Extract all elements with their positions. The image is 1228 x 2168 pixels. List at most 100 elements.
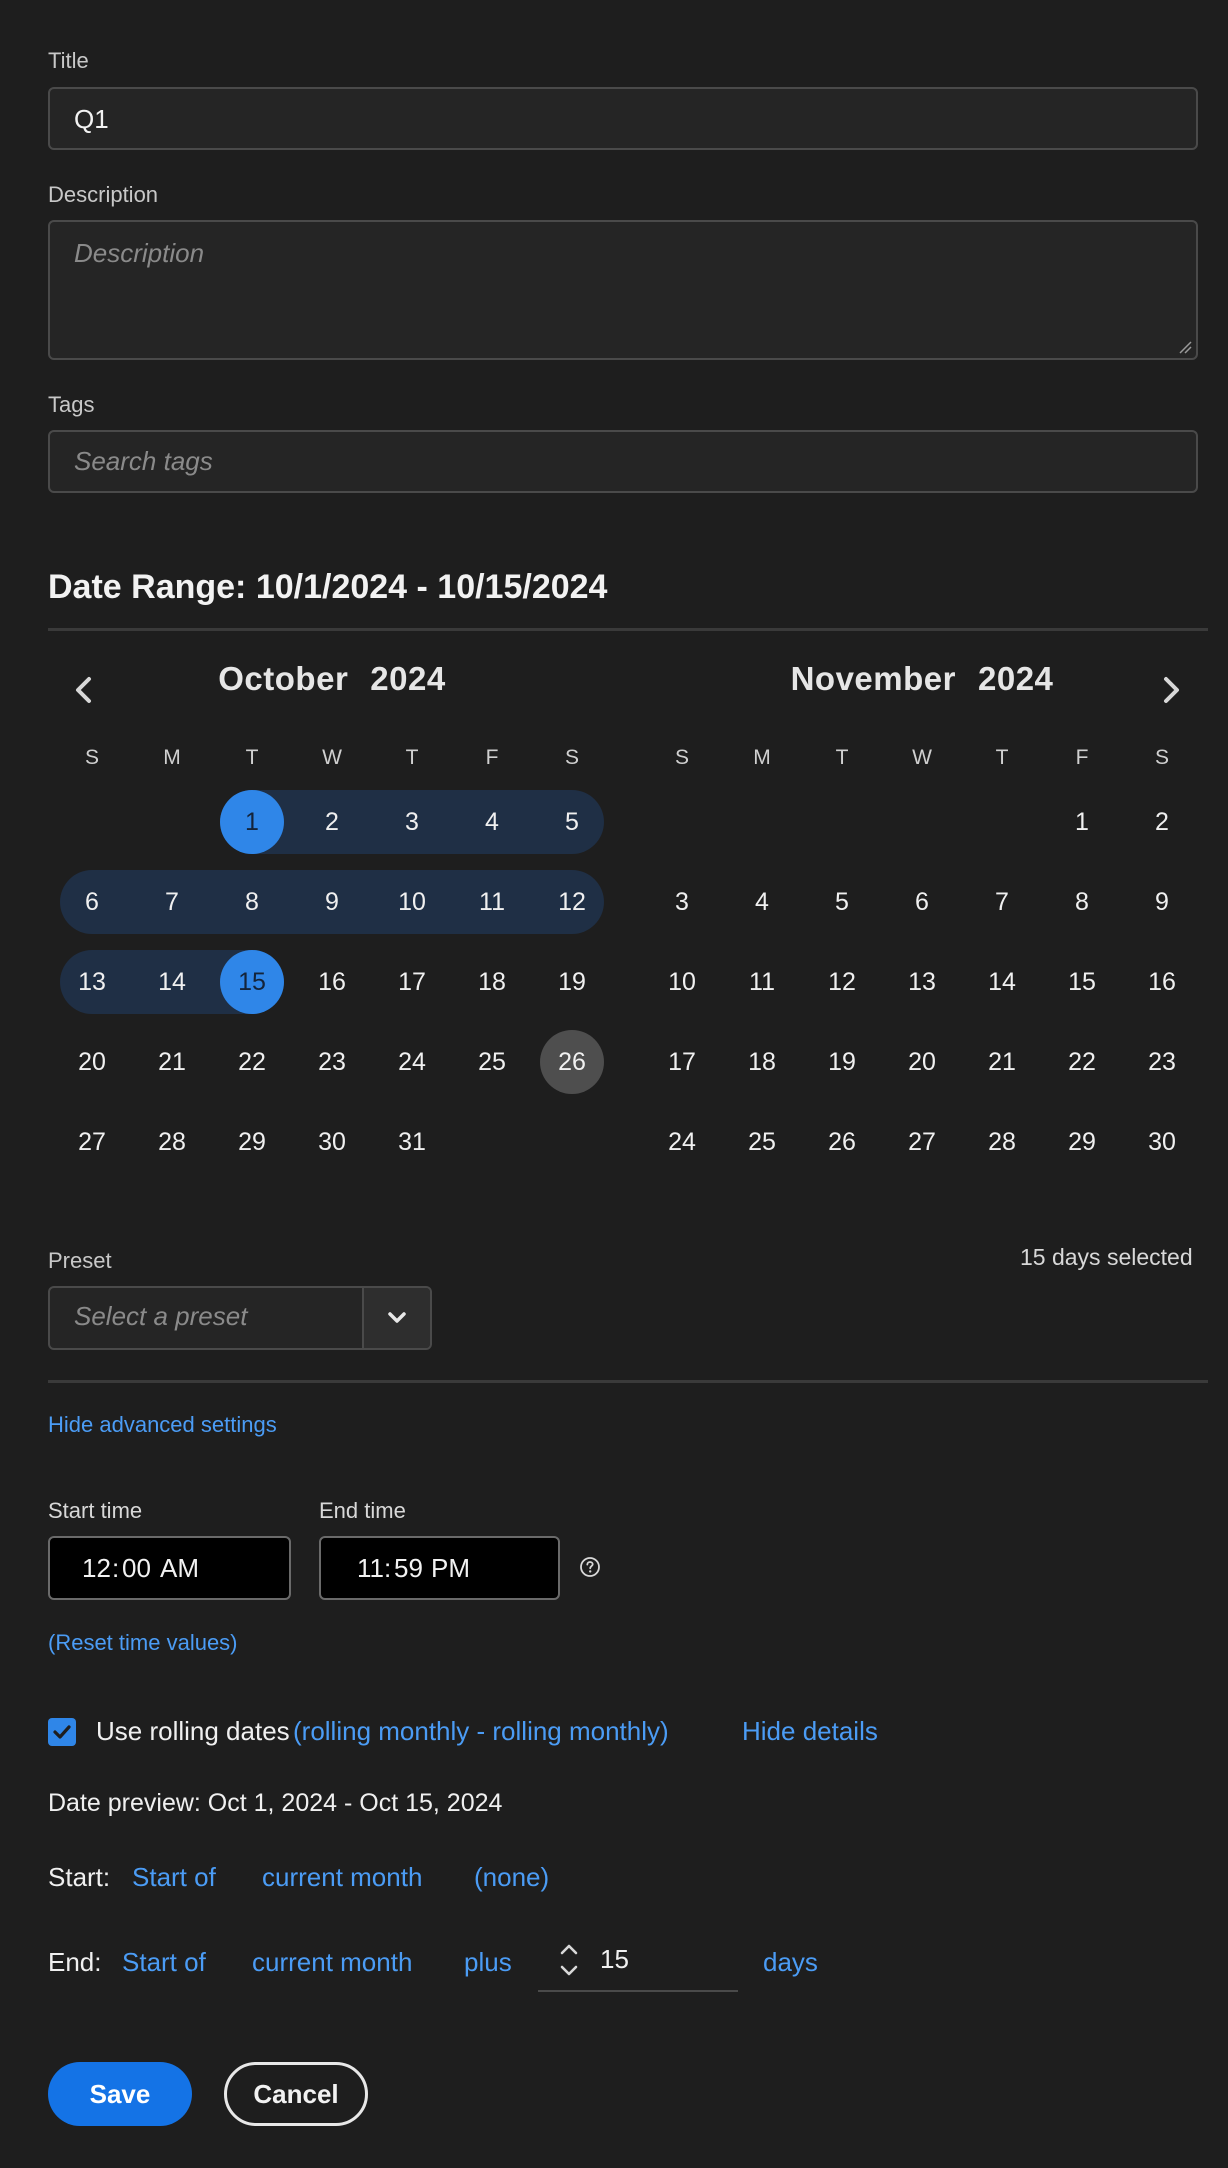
calendar-day[interactable]: 15 xyxy=(1042,950,1122,1014)
calendar-day[interactable]: 6 xyxy=(882,870,962,934)
end-anchor-link[interactable]: Start of xyxy=(122,1947,206,1978)
calendar-day[interactable]: 8 xyxy=(212,870,292,934)
help-icon[interactable] xyxy=(579,1556,601,1578)
calendar-day[interactable]: 3 xyxy=(642,870,722,934)
calendar-day[interactable]: 15 xyxy=(212,950,292,1014)
calendar-day[interactable]: 21 xyxy=(132,1030,212,1094)
end-amount-stepper[interactable]: 15 xyxy=(538,1930,738,1992)
description-textarea[interactable]: Description xyxy=(48,220,1198,360)
calendar-day[interactable]: 12 xyxy=(532,870,612,934)
title-input[interactable]: Q1 xyxy=(48,87,1198,150)
start-anchor-link[interactable]: Start of xyxy=(132,1862,216,1893)
tags-search-input[interactable]: Search tags xyxy=(48,430,1198,493)
calendar-day[interactable]: 19 xyxy=(532,950,612,1014)
calendar-day[interactable]: 26 xyxy=(532,1030,612,1094)
stepper-updown-icon[interactable] xyxy=(558,1940,580,1980)
calendar-day[interactable]: 7 xyxy=(962,870,1042,934)
start-time-input[interactable]: 12 : 00 AM xyxy=(48,1536,291,1600)
time-separator: : xyxy=(112,1553,120,1583)
calendar-day[interactable]: 17 xyxy=(372,950,452,1014)
end-amount-value[interactable]: 15 xyxy=(600,1944,629,1975)
rolling-dates-checkbox[interactable] xyxy=(48,1718,76,1746)
calendar-day[interactable]: 11 xyxy=(722,950,802,1014)
calendar-day[interactable]: 20 xyxy=(52,1030,132,1094)
preset-combobox[interactable]: Select a preset xyxy=(48,1286,432,1350)
weekday-header: S xyxy=(564,746,579,769)
calendar-day[interactable]: 4 xyxy=(452,790,532,854)
calendar-day[interactable]: 2 xyxy=(1122,790,1202,854)
calendar-day[interactable]: 22 xyxy=(1042,1030,1122,1094)
calendar-day[interactable]: 16 xyxy=(292,950,372,1014)
calendar-day[interactable]: 26 xyxy=(802,1110,882,1174)
calendar-day[interactable]: 31 xyxy=(372,1110,452,1174)
calendar-day[interactable]: 28 xyxy=(962,1110,1042,1174)
calendar-day[interactable]: 8 xyxy=(1042,870,1122,934)
end-minute[interactable]: 59 xyxy=(394,1538,423,1598)
calendar-day[interactable]: 6 xyxy=(52,870,132,934)
calendar-day[interactable]: 13 xyxy=(52,950,132,1014)
start-hour[interactable]: 12 xyxy=(82,1538,111,1598)
calendar-day[interactable]: 24 xyxy=(372,1030,452,1094)
reset-time-values-link[interactable]: (Reset time values) xyxy=(48,1630,238,1656)
start-minute[interactable]: 00 xyxy=(122,1538,151,1598)
calendar-day[interactable]: 9 xyxy=(292,870,372,934)
calendar-day[interactable]: 1 xyxy=(1042,790,1122,854)
calendar-day[interactable]: 5 xyxy=(802,870,882,934)
calendar-day[interactable]: 17 xyxy=(642,1030,722,1094)
calendar-day[interactable]: 20 xyxy=(882,1030,962,1094)
end-period-link[interactable]: current month xyxy=(252,1947,412,1978)
end-hour[interactable]: 11 xyxy=(357,1538,384,1598)
calendar-day[interactable]: 27 xyxy=(882,1110,962,1174)
calendar-day[interactable]: 16 xyxy=(1122,950,1202,1014)
rolling-detail-link[interactable]: (rolling monthly - rolling monthly) xyxy=(293,1716,669,1747)
calendar-day[interactable]: 7 xyxy=(132,870,212,934)
calendar-day[interactable]: 28 xyxy=(132,1110,212,1174)
checkmark-icon xyxy=(53,1725,71,1739)
calendar-day[interactable]: 5 xyxy=(532,790,612,854)
start-modifier-link[interactable]: (none) xyxy=(474,1862,549,1893)
calendar-day[interactable]: 23 xyxy=(292,1030,372,1094)
calendar-day[interactable]: 27 xyxy=(52,1110,132,1174)
end-modifier-link[interactable]: plus xyxy=(464,1947,512,1978)
calendar-day[interactable]: 2 xyxy=(292,790,372,854)
calendar-day[interactable]: 29 xyxy=(212,1110,292,1174)
chevron-down-icon xyxy=(388,1312,406,1323)
calendar-day[interactable]: 21 xyxy=(962,1030,1042,1094)
resize-handle-icon[interactable] xyxy=(1178,340,1192,354)
calendar-day[interactable]: 22 xyxy=(212,1030,292,1094)
calendar-day[interactable]: 10 xyxy=(372,870,452,934)
calendar-day[interactable]: 11 xyxy=(452,870,532,934)
hide-details-link[interactable]: Hide details xyxy=(742,1716,878,1747)
calendar-day[interactable]: 12 xyxy=(802,950,882,1014)
calendar-day[interactable]: 29 xyxy=(1042,1110,1122,1174)
preset-dropdown-button[interactable] xyxy=(364,1288,430,1348)
calendar-day[interactable]: 25 xyxy=(452,1030,532,1094)
calendar-day[interactable]: 30 xyxy=(292,1110,372,1174)
save-button[interactable]: Save xyxy=(48,2062,192,2126)
calendar-day[interactable]: 14 xyxy=(132,950,212,1014)
calendar-day[interactable]: 1 xyxy=(212,790,292,854)
end-period[interactable]: PM xyxy=(431,1538,470,1598)
calendar-day[interactable]: 19 xyxy=(802,1030,882,1094)
calendar-day[interactable]: 18 xyxy=(452,950,532,1014)
start-period-link[interactable]: current month xyxy=(262,1862,422,1893)
calendar-day[interactable]: 3 xyxy=(372,790,452,854)
calendar-day[interactable]: 18 xyxy=(722,1030,802,1094)
end-time-input[interactable]: 11 : 59 PM xyxy=(319,1536,560,1600)
rolling-dates-label[interactable]: Use rolling dates xyxy=(96,1716,290,1747)
calendar-day[interactable]: 9 xyxy=(1122,870,1202,934)
hide-advanced-settings-link[interactable]: Hide advanced settings xyxy=(48,1412,277,1438)
start-period[interactable]: AM xyxy=(160,1538,199,1598)
year: 2024 xyxy=(977,660,1054,697)
calendar-day[interactable]: 4 xyxy=(722,870,802,934)
end-unit-link[interactable]: days xyxy=(763,1947,818,1978)
calendar-day[interactable]: 14 xyxy=(962,950,1042,1014)
calendar-day[interactable]: 23 xyxy=(1122,1030,1202,1094)
cancel-button[interactable]: Cancel xyxy=(224,2062,368,2126)
calendar-day[interactable]: 13 xyxy=(882,950,962,1014)
calendar-day[interactable]: 24 xyxy=(642,1110,722,1174)
calendar-day[interactable]: 30 xyxy=(1122,1110,1202,1174)
calendar-day[interactable]: 10 xyxy=(642,950,722,1014)
end-time-label: End time xyxy=(319,1498,406,1523)
calendar-day[interactable]: 25 xyxy=(722,1110,802,1174)
